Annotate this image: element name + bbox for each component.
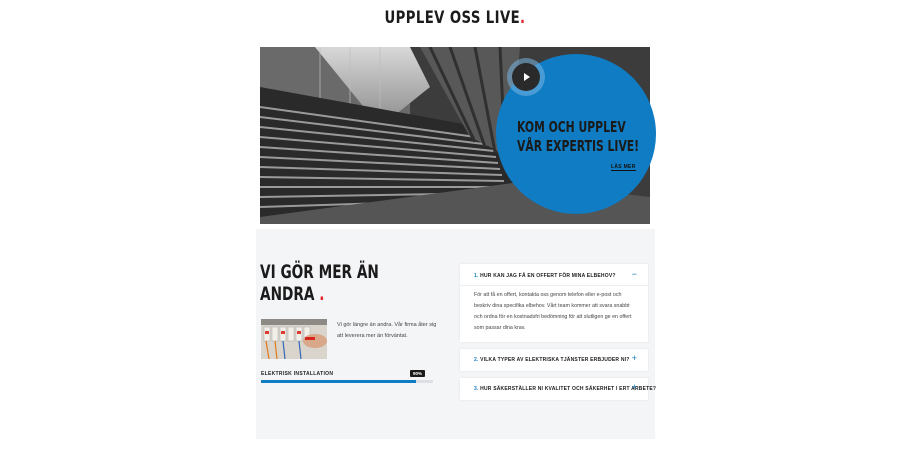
plus-icon[interactable]: + [632,382,637,392]
page-title: UPPLEV OSS LIVE. [100,8,810,28]
minus-icon[interactable]: − [632,269,637,279]
cta-title-line1: KOM OCH UPPLEV [517,118,626,136]
skill-percent-badge: 90% [410,370,426,377]
electrical-panel-image [261,319,327,359]
faq-question: 2. VILKA TYPER AV ELEKTRISKA TJÄNSTER ER… [474,357,630,363]
faq-question: 1. HUR KAN JAG FÅ EN OFFERT FÖR MINA ELB… [474,273,616,279]
title-dot: . [520,8,526,28]
heading-dot: . [319,283,325,305]
faq-question-text: HUR KAN JAG FÅ EN OFFERT FÖR MINA ELBEHO… [480,273,616,279]
faq-question-text: HUR SÄKERSTÄLLER NI KVALITET OCH SÄKERHE… [480,386,657,392]
faq-question: 3. HUR SÄKERSTÄLLER NI KVALITET OCH SÄKE… [474,386,656,392]
skill-progress-bar [261,380,433,383]
divider [460,285,648,286]
skill-label: ELEKTRISK INSTALLATION [261,371,334,377]
about-intro-text: Vi gör längre än andra. Vår firma åter s… [337,322,437,339]
cta-title-line2: VÅR EXPERTIS LIVE! [517,137,640,155]
about-heading: VI GÖR MER ÄN ANDRA . [260,261,379,305]
plus-icon[interactable]: + [632,353,637,363]
faq-answer: För att få en offert, kontakta oss genom… [474,292,632,331]
about-heading-line2: ANDRA [260,283,315,305]
faq-item-2[interactable]: 2. VILKA TYPER AV ELEKTRISKA TJÄNSTER ER… [460,349,648,371]
faq-question-text: VILKA TYPER AV ELEKTRISKA TJÄNSTER ERBJU… [480,357,630,363]
faq-item-1[interactable]: 1. HUR KAN JAG FÅ EN OFFERT FÖR MINA ELB… [460,264,648,342]
faq-number: 2. [474,357,479,363]
about-heading-line1: VI GÖR MER ÄN [260,261,379,283]
page-title-text: UPPLEV OSS LIVE [384,8,521,28]
play-icon [524,73,530,81]
play-button[interactable] [512,63,540,91]
faq-item-3[interactable]: 3. HUR SÄKERSTÄLLER NI KVALITET OCH SÄKE… [460,378,656,400]
faq-number: 3. [474,386,479,392]
cta-title: KOM OCH UPPLEV VÅR EXPERTIS LIVE! [517,118,640,156]
faq-number: 1. [474,273,479,279]
read-more-link[interactable]: LÄS MER [611,164,636,171]
skill-progress-fill [261,380,416,383]
